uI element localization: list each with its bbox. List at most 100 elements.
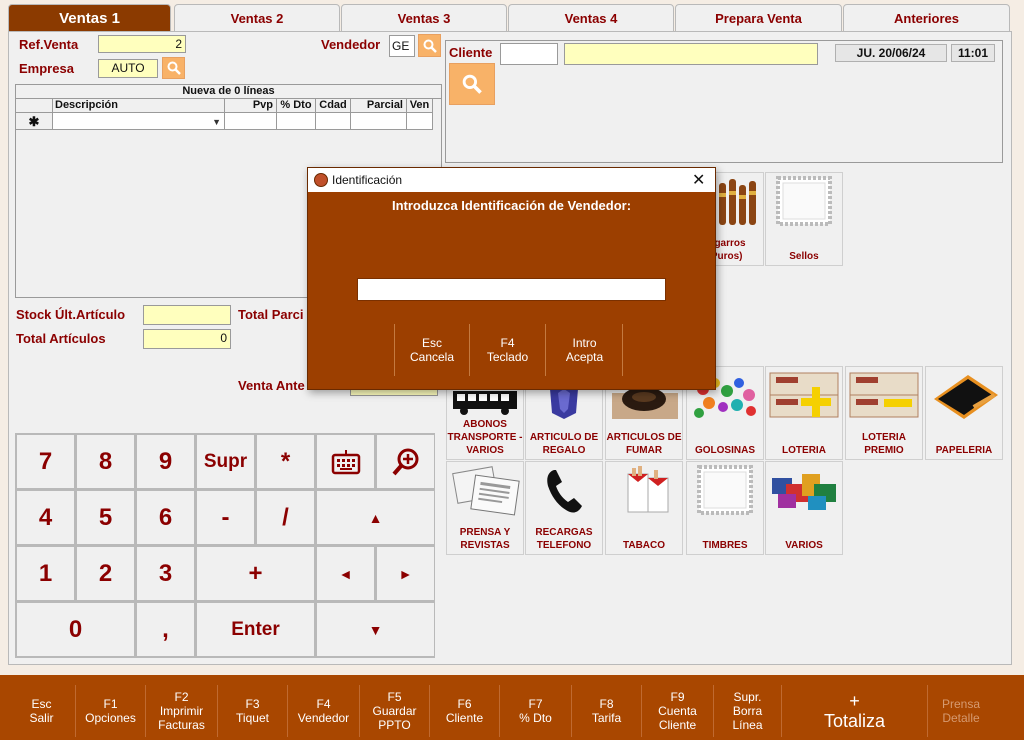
vendedor-id-input[interactable] <box>357 278 666 301</box>
cliente-search-button[interactable] <box>449 63 495 105</box>
fkey-label: Cuenta Cliente <box>658 704 697 732</box>
fkey-f1[interactable]: F1 Opciones <box>76 685 146 737</box>
total-articulos-label: Total Artículos <box>16 331 106 346</box>
key-6[interactable]: 6 <box>136 490 195 545</box>
fkey-f4[interactable]: F4 Vendedor <box>288 685 360 737</box>
fkey-key: Supr. <box>733 690 762 704</box>
key-down[interactable]: ▼ <box>316 602 435 657</box>
tab-anteriores[interactable]: Anteriores <box>843 4 1010 32</box>
key-comma[interactable]: , <box>136 602 195 657</box>
ref-venta-field[interactable]: 2 <box>98 35 186 53</box>
category-label: GOLOSINAS <box>694 445 755 456</box>
fkey-label: Totaliza <box>823 711 886 731</box>
fkey-f7[interactable]: F7% Dto <box>500 685 572 737</box>
category-label: PRENSA Y REVISTAS <box>459 527 511 551</box>
key-multiply[interactable]: * <box>256 434 315 489</box>
category-tile-varios[interactable]: VARIOS <box>765 461 843 555</box>
fkey-f5[interactable]: F5 Guardar PPTO <box>360 685 430 737</box>
key-5[interactable]: 5 <box>76 490 135 545</box>
col-parcial: Parcial <box>351 99 407 113</box>
key-9[interactable]: 9 <box>136 434 195 489</box>
key-enter[interactable]: Enter <box>196 602 315 657</box>
category-tile-recargas[interactable]: RECARGAS TELEFONO <box>525 461 603 555</box>
new-row-cdad[interactable] <box>316 113 351 130</box>
key-plus[interactable]: + <box>196 546 315 601</box>
key-minus[interactable]: - <box>196 490 255 545</box>
fkey-f8[interactable]: F8 Tarifa <box>572 685 642 737</box>
key-left[interactable]: ◄ <box>316 546 375 601</box>
key-supr[interactable]: Supr <box>196 434 255 489</box>
key-3[interactable]: 3 <box>136 546 195 601</box>
total-parcial-label: Total Parci <box>238 307 304 322</box>
category-label: RECARGAS TELEFONO <box>535 527 593 551</box>
key-7[interactable]: 7 <box>16 434 75 489</box>
key-2[interactable]: 2 <box>76 546 135 601</box>
fkey-key: + <box>849 691 860 711</box>
category-tile-loteria[interactable]: LOTERIA <box>765 366 843 460</box>
fkey-supr[interactable]: Supr. Borra Línea <box>714 685 782 737</box>
category-label: PAPELERIA <box>935 445 993 456</box>
tab-ventas-1[interactable]: Ventas 1 <box>8 4 171 32</box>
empresa-field[interactable]: AUTO <box>98 59 158 78</box>
fkey-esc[interactable]: Esc Salir <box>8 685 76 737</box>
fkey-f6[interactable]: F6 Cliente <box>430 685 500 737</box>
fkey-f2[interactable]: F2 Imprimir Facturas <box>146 685 218 737</box>
dialog-cancel-button[interactable]: Esc Cancela <box>394 324 470 376</box>
vendedor-field[interactable]: GE <box>389 35 415 57</box>
empresa-search-button[interactable] <box>162 57 185 79</box>
search-icon <box>423 39 437 53</box>
button-key: F4 <box>500 336 515 350</box>
category-tile-prensa[interactable]: PRENSA Y REVISTAS <box>446 461 524 555</box>
category-tile-loteria-premio[interactable]: LOTERIA PREMIO <box>845 366 923 460</box>
fkey-key: Esc <box>31 697 52 711</box>
tab-ventas-4[interactable]: Ventas 4 <box>508 4 674 32</box>
zoom-button[interactable] <box>376 434 435 489</box>
key-8[interactable]: 8 <box>76 434 135 489</box>
stamp-icon <box>689 464 761 516</box>
key-right[interactable]: ► <box>376 546 435 601</box>
key-up[interactable]: ▲ <box>316 490 435 545</box>
col-cdad: Cdad <box>316 99 351 113</box>
dialog-accept-button[interactable]: Intro Acepta <box>547 324 623 376</box>
empresa-label: Empresa <box>19 61 74 76</box>
vendedor-search-button[interactable] <box>418 34 441 57</box>
key-divide[interactable]: / <box>256 490 315 545</box>
tab-ventas-2[interactable]: Ventas 2 <box>174 4 340 32</box>
tab-ventas-3[interactable]: Ventas 3 <box>341 4 507 32</box>
fkey-f9[interactable]: F9 Cuenta Cliente <box>642 685 714 737</box>
key-1[interactable]: 1 <box>16 546 75 601</box>
category-tile-papeleria[interactable]: PAPELERIA <box>925 366 1003 460</box>
search-icon <box>462 74 482 94</box>
cliente-code-field[interactable] <box>500 43 558 65</box>
category-tile-sellos[interactable]: Sellos <box>765 172 843 266</box>
zoom-in-icon <box>391 448 418 475</box>
fkey-f3[interactable]: F3 Tiquet <box>218 685 288 737</box>
category-tile-timbres[interactable]: TIMBRES <box>686 461 764 555</box>
key-4[interactable]: 4 <box>16 490 75 545</box>
category-tile-tabaco[interactable]: TABACO <box>605 461 683 555</box>
fkey-label: Tiquet <box>236 711 269 725</box>
keyboard-button[interactable] <box>316 434 375 489</box>
descripcion-combo[interactable]: ▼ <box>53 113 225 130</box>
key-0[interactable]: 0 <box>16 602 135 657</box>
search-icon <box>167 61 181 75</box>
cliente-name-field[interactable] <box>564 43 818 65</box>
fkey-prensa-detalle: Prensa Detalle <box>928 685 994 737</box>
fkey-key: F2 <box>174 690 189 704</box>
button-key: Esc <box>421 336 442 350</box>
fkey-label: Borra Línea <box>732 704 763 732</box>
dialog-keyboard-button[interactable]: F4 Teclado <box>470 324 546 376</box>
fkey-totaliza[interactable]: + Totaliza <box>782 685 928 737</box>
col-ven: Ven <box>407 99 433 113</box>
new-row-dto[interactable] <box>277 113 316 130</box>
cliente-label: Cliente <box>449 45 493 60</box>
dialog-title: Identificación <box>332 173 403 187</box>
fkey-key: F8 <box>599 697 614 711</box>
new-row-parcial[interactable] <box>351 113 407 130</box>
tab-prepara-venta[interactable]: Prepara Venta <box>675 4 842 32</box>
new-row-ven[interactable] <box>407 113 433 130</box>
new-row-pvp[interactable] <box>225 113 277 130</box>
close-icon[interactable]: ✕ <box>692 170 705 190</box>
stationery-icon <box>928 369 1000 421</box>
fkey-key: Prensa <box>941 697 981 711</box>
